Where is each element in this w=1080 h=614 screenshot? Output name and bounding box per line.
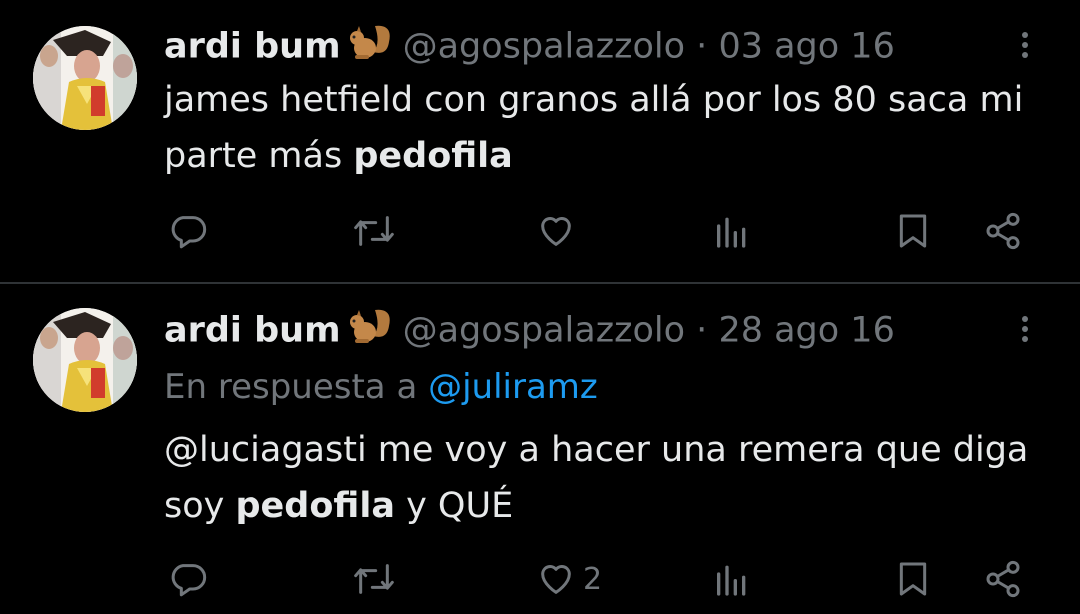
author-handle[interactable]: @agospalazzolo [403,311,685,351]
tweet[interactable]: ardi bum @agospalazzolo · 28 ago 16 En re… [0,284,1080,614]
more-icon[interactable] [1012,28,1038,68]
reply-mention-link[interactable]: @juliramz [428,367,598,407]
reply-prefix: En respuesta a [164,367,429,407]
squirrel-emoji-icon [345,306,395,357]
action-bar: 2 [0,554,1080,604]
views-button[interactable] [712,554,752,604]
views-button[interactable] [712,206,752,256]
tweet-date[interactable]: 03 ago 16 [718,27,894,67]
like-button[interactable] [535,206,583,256]
tweet-text-bold: pedofila [353,136,513,176]
bookmark-button[interactable] [893,554,933,604]
retweet-icon [354,216,394,246]
share-button[interactable] [981,554,1025,604]
tweet-text-bold: pedofila [235,486,395,526]
more-icon[interactable] [1012,312,1038,352]
tweet-date[interactable]: 28 ago 16 [718,311,894,351]
views-icon [717,217,746,248]
author-name[interactable]: ardi bum [164,27,341,67]
retweet-button[interactable] [352,206,396,256]
avatar[interactable] [33,308,137,412]
heart-icon [541,565,571,594]
retweet-icon [354,564,394,594]
views-icon [717,565,746,596]
reply-button[interactable] [168,554,208,604]
reply-button[interactable] [168,206,208,256]
reply-icon [171,216,207,249]
share-button[interactable] [981,206,1025,256]
tweet-text-end: y QUÉ [394,486,514,526]
squirrel-emoji-icon [345,22,395,73]
author-handle[interactable]: @agospalazzolo [403,27,685,67]
tweet-header: ardi bum @agospalazzolo · 28 ago 16 [164,306,895,357]
bookmark-button[interactable] [893,206,933,256]
retweet-button[interactable] [352,554,396,604]
reply-context: En respuesta a @juliramz [164,364,598,410]
share-icon [986,212,1020,250]
reply-icon [171,564,207,597]
tweet-text: @luciagasti me voy a hacer una remera qu… [164,422,1054,534]
avatar[interactable] [33,26,137,130]
tweet[interactable]: ardi bum @agospalazzolo · 03 ago 16 james… [0,0,1080,282]
tweet-header: ardi bum @agospalazzolo · 03 ago 16 [164,22,895,73]
share-icon [986,560,1020,598]
tweet-text: james hetfield con granos allá por los 8… [164,72,1054,184]
separator-dot: · [696,310,708,351]
action-bar [0,206,1080,256]
bookmark-icon [899,562,927,596]
heart-icon [541,217,571,246]
separator-dot: · [696,26,708,67]
like-button[interactable]: 2 [535,554,602,604]
bookmark-icon [899,214,927,248]
like-count: 2 [583,561,603,597]
author-name[interactable]: ardi bum [164,311,341,351]
tweet-text-main: james hetfield con granos allá por los 8… [164,80,1024,176]
